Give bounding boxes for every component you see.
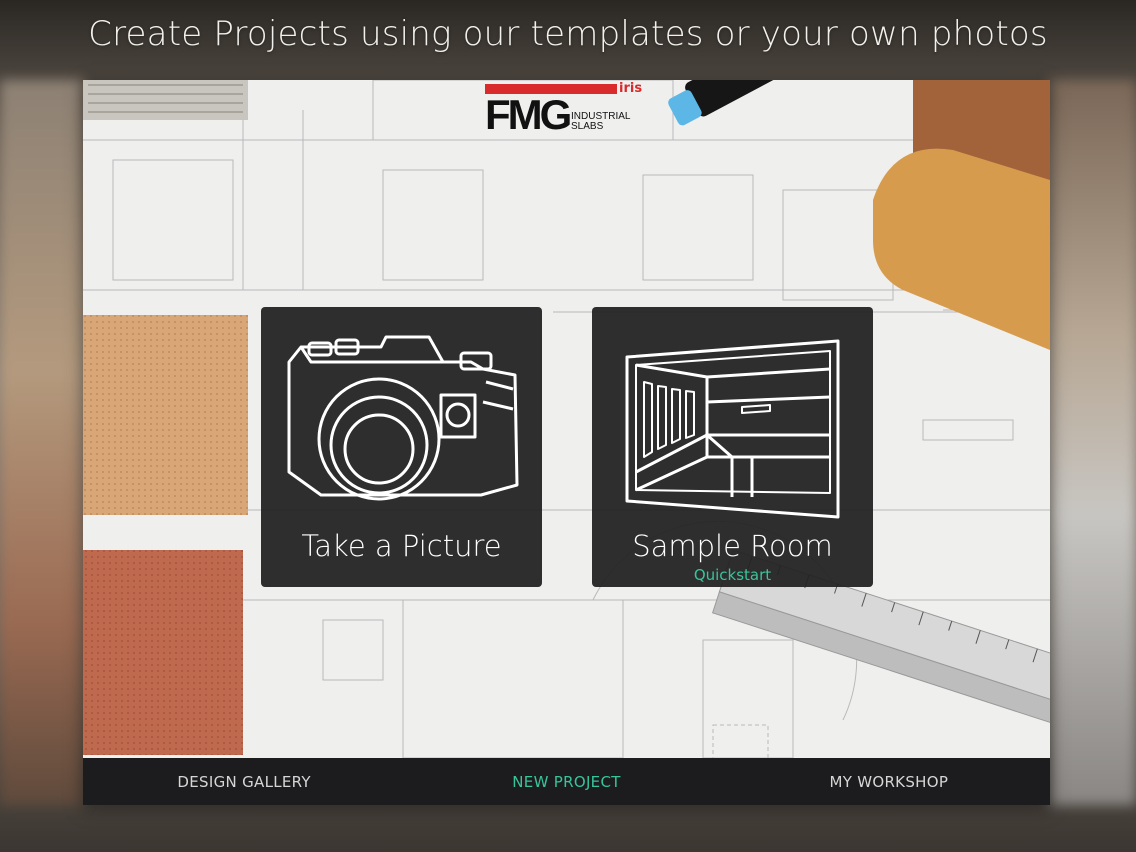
logo-brand: FMG — [485, 91, 572, 138]
logo-mark: iris — [619, 81, 643, 96]
page-headline: Create Projects using our templates or y… — [88, 14, 1048, 54]
room-icon — [625, 339, 840, 519]
take-picture-button[interactable]: Take a Picture — [261, 307, 542, 587]
logo-subtitle-line2: SLABS — [571, 121, 604, 132]
blueprint-background — [83, 80, 1050, 758]
take-picture-label: Take a Picture — [301, 529, 502, 563]
background-blur-left — [0, 80, 83, 805]
sample-room-label: Sample Room — [632, 529, 833, 563]
bottom-tab-bar: DESIGN GALLERY NEW PROJECT MY WORKSHOP — [83, 758, 1050, 805]
camera-icon — [287, 335, 519, 501]
tab-new-project[interactable]: NEW PROJECT — [405, 773, 727, 791]
quickstart-label: Quickstart — [693, 566, 772, 584]
tab-my-workshop[interactable]: MY WORKSHOP — [728, 773, 1050, 791]
tab-design-gallery[interactable]: DESIGN GALLERY — [83, 773, 405, 791]
logo-subtitle: INDUSTRIAL SLABS — [571, 112, 630, 132]
brand-logo: iris FMG INDUSTRIAL SLABS — [485, 81, 651, 140]
main-stage: iris FMG INDUSTRIAL SLABS Take a Picture… — [83, 80, 1050, 805]
sample-room-button[interactable]: Sample Room Quickstart — [592, 307, 873, 587]
background-blur-right — [1050, 80, 1136, 805]
